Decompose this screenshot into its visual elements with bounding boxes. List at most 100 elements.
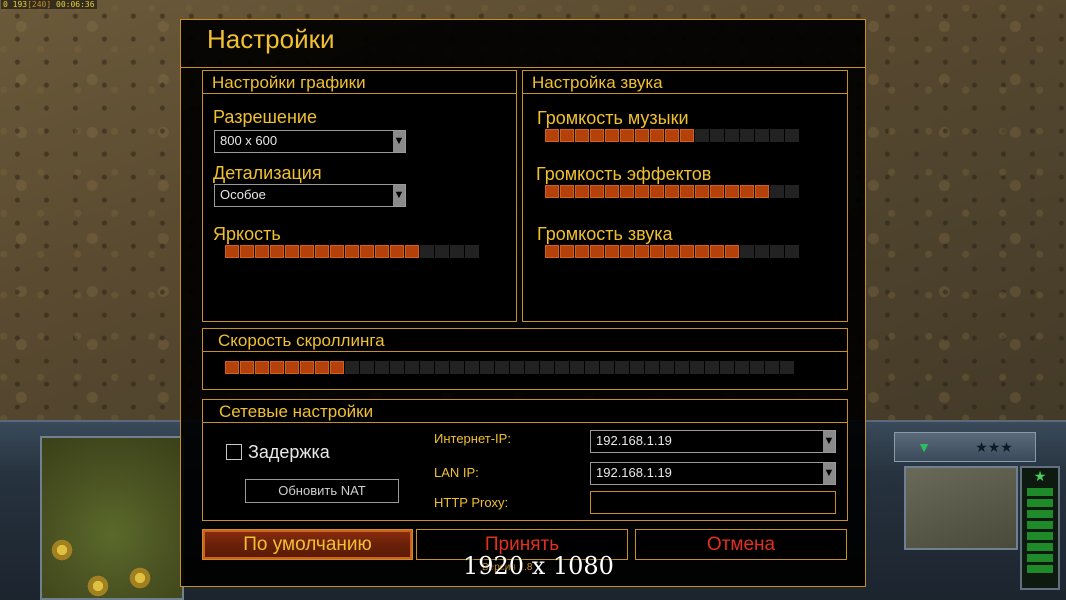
slider-segment[interactable] xyxy=(360,245,374,258)
slider-segment[interactable] xyxy=(270,245,284,258)
lan-ip-select[interactable]: 192.168.1.19 xyxy=(590,462,836,485)
slider-segment[interactable] xyxy=(575,185,589,198)
slider-segment[interactable] xyxy=(725,129,739,142)
slider-segment[interactable] xyxy=(680,185,694,198)
voice-volume-slider[interactable] xyxy=(545,245,799,258)
slider-segment[interactable] xyxy=(605,129,619,142)
slider-segment[interactable] xyxy=(405,245,419,258)
slider-segment[interactable] xyxy=(770,245,784,258)
slider-segment[interactable] xyxy=(695,245,709,258)
slider-segment[interactable] xyxy=(405,361,419,374)
slider-segment[interactable] xyxy=(540,361,554,374)
slider-segment[interactable] xyxy=(615,361,629,374)
slider-segment[interactable] xyxy=(605,245,619,258)
slider-segment[interactable] xyxy=(495,361,509,374)
slider-segment[interactable] xyxy=(590,129,604,142)
slider-segment[interactable] xyxy=(545,129,559,142)
slider-segment[interactable] xyxy=(630,361,644,374)
slider-segment[interactable] xyxy=(665,129,679,142)
slider-segment[interactable] xyxy=(390,361,404,374)
slider-segment[interactable] xyxy=(375,245,389,258)
slider-segment[interactable] xyxy=(650,185,664,198)
slider-segment[interactable] xyxy=(225,245,239,258)
defaults-button[interactable]: По умолчанию xyxy=(202,529,413,560)
rank-stars-icon[interactable]: ★★★ xyxy=(975,439,1013,456)
slider-segment[interactable] xyxy=(575,245,589,258)
resolution-select[interactable]: 800 x 600 xyxy=(214,130,406,153)
slider-segment[interactable] xyxy=(705,361,719,374)
slider-segment[interactable] xyxy=(780,361,794,374)
slider-segment[interactable] xyxy=(650,129,664,142)
chevron-down-icon[interactable] xyxy=(393,185,405,206)
chevron-down-icon[interactable] xyxy=(823,431,835,452)
slider-segment[interactable] xyxy=(750,361,764,374)
slider-segment[interactable] xyxy=(635,245,649,258)
slider-segment[interactable] xyxy=(225,361,239,374)
slider-segment[interactable] xyxy=(285,245,299,258)
slider-segment[interactable] xyxy=(300,361,314,374)
internet-ip-select[interactable]: 192.168.1.19 xyxy=(590,430,836,453)
slider-segment[interactable] xyxy=(345,245,359,258)
slider-segment[interactable] xyxy=(755,129,769,142)
brightness-slider[interactable] xyxy=(225,245,479,258)
slider-segment[interactable] xyxy=(740,245,754,258)
slider-segment[interactable] xyxy=(590,185,604,198)
slider-segment[interactable] xyxy=(740,185,754,198)
slider-segment[interactable] xyxy=(660,361,674,374)
scroll-speed-slider[interactable] xyxy=(225,361,794,374)
slider-segment[interactable] xyxy=(765,361,779,374)
slider-segment[interactable] xyxy=(240,361,254,374)
slider-segment[interactable] xyxy=(330,361,344,374)
slider-segment[interactable] xyxy=(420,245,434,258)
slider-segment[interactable] xyxy=(315,361,329,374)
slider-segment[interactable] xyxy=(360,361,374,374)
slider-segment[interactable] xyxy=(725,185,739,198)
detail-select[interactable]: Особое xyxy=(214,184,406,207)
slider-segment[interactable] xyxy=(560,185,574,198)
chevron-down-icon[interactable] xyxy=(393,131,405,152)
slider-segment[interactable] xyxy=(465,245,479,258)
music-volume-slider[interactable] xyxy=(545,129,799,142)
slider-segment[interactable] xyxy=(710,129,724,142)
slider-segment[interactable] xyxy=(720,361,734,374)
slider-segment[interactable] xyxy=(270,361,284,374)
slider-segment[interactable] xyxy=(525,361,539,374)
slider-segment[interactable] xyxy=(690,361,704,374)
slider-segment[interactable] xyxy=(695,185,709,198)
slider-segment[interactable] xyxy=(680,129,694,142)
slider-segment[interactable] xyxy=(560,245,574,258)
slider-segment[interactable] xyxy=(390,245,404,258)
slider-segment[interactable] xyxy=(635,185,649,198)
slider-segment[interactable] xyxy=(590,245,604,258)
slider-segment[interactable] xyxy=(785,129,799,142)
slider-segment[interactable] xyxy=(285,361,299,374)
slider-segment[interactable] xyxy=(785,185,799,198)
slider-segment[interactable] xyxy=(665,185,679,198)
slider-segment[interactable] xyxy=(650,245,664,258)
slider-segment[interactable] xyxy=(450,361,464,374)
slider-segment[interactable] xyxy=(605,185,619,198)
slider-segment[interactable] xyxy=(510,361,524,374)
slider-segment[interactable] xyxy=(300,245,314,258)
refresh-nat-button[interactable]: Обновить NAT xyxy=(245,479,399,503)
triangle-down-icon[interactable]: ▼ xyxy=(917,439,931,455)
delay-checkbox[interactable] xyxy=(226,444,242,460)
slider-segment[interactable] xyxy=(710,185,724,198)
slider-segment[interactable] xyxy=(345,361,359,374)
slider-segment[interactable] xyxy=(755,185,769,198)
slider-segment[interactable] xyxy=(330,245,344,258)
slider-segment[interactable] xyxy=(620,185,634,198)
slider-segment[interactable] xyxy=(465,361,479,374)
slider-segment[interactable] xyxy=(645,361,659,374)
slider-segment[interactable] xyxy=(635,129,649,142)
slider-segment[interactable] xyxy=(785,245,799,258)
cancel-button[interactable]: Отмена xyxy=(635,529,847,560)
slider-segment[interactable] xyxy=(435,361,449,374)
effects-volume-slider[interactable] xyxy=(545,185,799,198)
slider-segment[interactable] xyxy=(545,185,559,198)
slider-segment[interactable] xyxy=(710,245,724,258)
hud-tab-bar[interactable]: ▼ ★★★ xyxy=(894,432,1036,462)
slider-segment[interactable] xyxy=(770,185,784,198)
slider-segment[interactable] xyxy=(480,361,494,374)
slider-segment[interactable] xyxy=(680,245,694,258)
